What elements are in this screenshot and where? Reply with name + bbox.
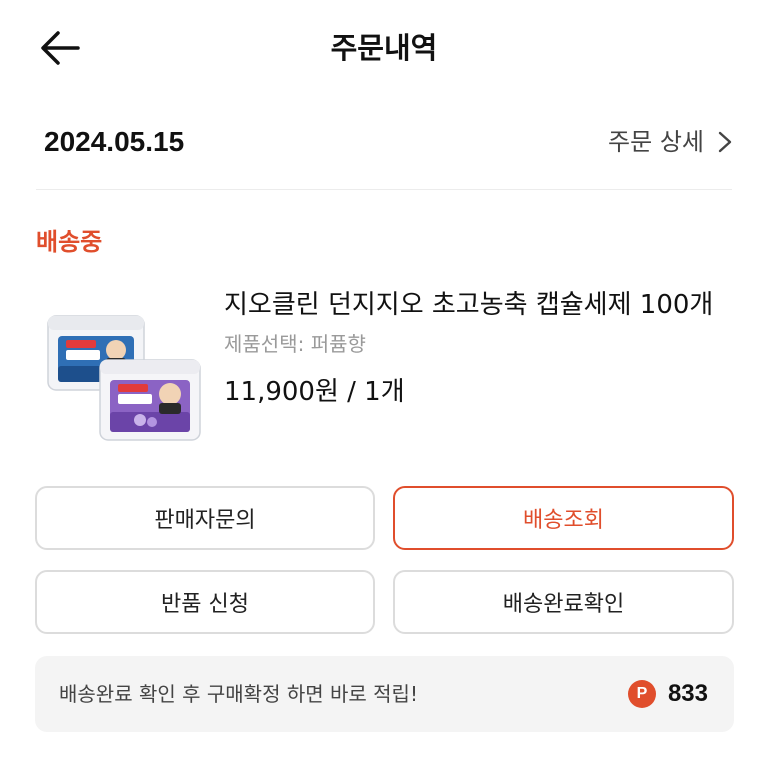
product-name[interactable]: 지오클린 던지지오 초고농축 캡슐세제 100개	[224, 286, 734, 324]
page-title: 주문내역	[330, 31, 438, 65]
top-header: 주문내역	[0, 0, 768, 98]
points-value: 833	[667, 680, 708, 707]
point-coin-icon: P	[627, 680, 656, 708]
order-date: 2024.05.15	[44, 126, 185, 157]
confirm-delivery-button[interactable]: 배송완료확인	[393, 570, 734, 634]
product-info: 지오클린 던지지오 초고농축 캡슐세제 100개 제품선택: 퍼퓸향 11,90…	[224, 286, 734, 410]
order-detail-link[interactable]: 주문 상세	[608, 122, 732, 162]
chevron-right-icon	[718, 131, 732, 153]
points-notice-text: 배송완료 확인 후 구매확정 하면 바로 적립!	[59, 682, 418, 706]
seller-inquiry-button[interactable]: 판매자문의	[35, 486, 375, 550]
points-notice-banner: 배송완료 확인 후 구매확정 하면 바로 적립! P 833	[35, 656, 734, 732]
points-display: P 833	[627, 676, 708, 712]
product-option: 제품선택: 퍼퓸향	[224, 332, 366, 356]
return-request-button[interactable]: 반품 신청	[35, 570, 375, 634]
product-price: 11,900원 / 1개	[224, 377, 405, 407]
divider	[36, 189, 732, 190]
order-summary-row: 2024.05.15 주문 상세	[36, 118, 732, 164]
product-image	[44, 308, 204, 444]
delivery-status-label: 배송중	[36, 228, 103, 256]
order-history-page: 주문내역 2024.05.15 주문 상세 배송중 지오클린 던지지오 초고농축…	[0, 0, 768, 771]
order-detail-label: 주문 상세	[608, 128, 704, 156]
track-delivery-button[interactable]: 배송조회	[393, 486, 734, 550]
